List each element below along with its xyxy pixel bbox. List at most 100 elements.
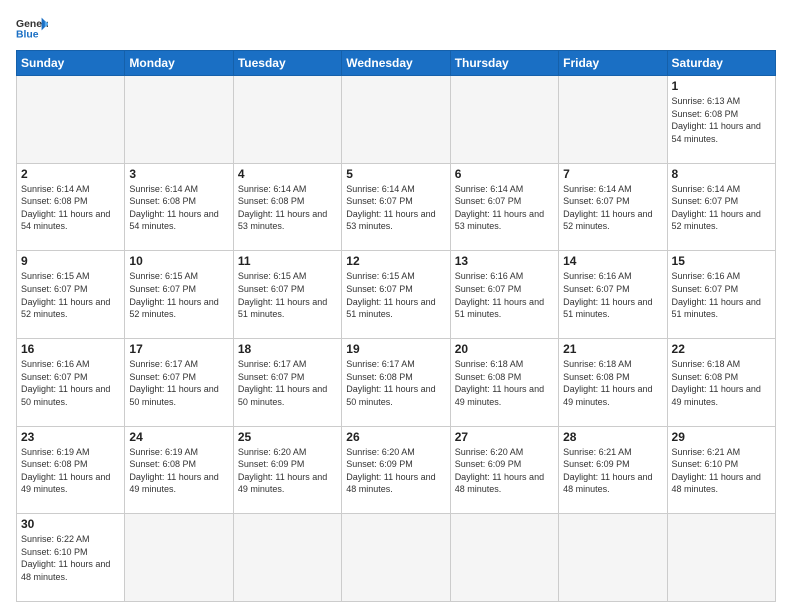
day-number: 8 [672,167,771,181]
col-header-tuesday: Tuesday [233,51,341,76]
day-info: Sunrise: 6:19 AM Sunset: 6:08 PM Dayligh… [129,446,228,496]
calendar-cell: 5 Sunrise: 6:14 AM Sunset: 6:07 PM Daylig… [342,163,450,251]
calendar-week-6: 30Sunrise: 6:22 AM Sunset: 6:10 PM Dayli… [17,514,776,602]
col-header-friday: Friday [559,51,667,76]
day-info: Sunrise: 6:20 AM Sunset: 6:09 PM Dayligh… [346,446,445,496]
day-number: 9 [21,254,120,268]
day-info: Sunrise: 6:14 AM Sunset: 6:07 PM Dayligh… [455,183,554,233]
day-number: 2 [21,167,120,181]
calendar-cell [667,514,775,602]
day-number: 7 [563,167,662,181]
day-number: 13 [455,254,554,268]
day-info: Sunrise: 6:15 AM Sunset: 6:07 PM Dayligh… [238,270,337,320]
day-number: 20 [455,342,554,356]
day-info: Sunrise: 6:15 AM Sunset: 6:07 PM Dayligh… [21,270,120,320]
calendar-cell: 12 Sunrise: 6:15 AM Sunset: 6:07 PM Dayli… [342,251,450,339]
calendar-cell [342,514,450,602]
calendar-cell: 24Sunrise: 6:19 AM Sunset: 6:08 PM Dayli… [125,426,233,514]
logo: General Blue [16,16,48,40]
col-header-saturday: Saturday [667,51,775,76]
logo-icon: General Blue [16,16,48,40]
calendar-cell: 21Sunrise: 6:18 AM Sunset: 6:08 PM Dayli… [559,338,667,426]
day-info: Sunrise: 6:16 AM Sunset: 6:07 PM Dayligh… [563,270,662,320]
day-number: 27 [455,430,554,444]
day-number: 28 [563,430,662,444]
calendar-cell [233,514,341,602]
col-header-sunday: Sunday [17,51,125,76]
calendar-cell: 29Sunrise: 6:21 AM Sunset: 6:10 PM Dayli… [667,426,775,514]
calendar-cell: 26 Sunrise: 6:20 AM Sunset: 6:09 PM Dayli… [342,426,450,514]
day-info: Sunrise: 6:15 AM Sunset: 6:07 PM Dayligh… [346,270,445,320]
calendar-cell: 8 Sunrise: 6:14 AM Sunset: 6:07 PM Daylig… [667,163,775,251]
day-info: Sunrise: 6:16 AM Sunset: 6:07 PM Dayligh… [21,358,120,408]
day-number: 23 [21,430,120,444]
calendar-cell: 1Sunrise: 6:13 AM Sunset: 6:08 PM Daylig… [667,76,775,164]
calendar-cell: 28 Sunrise: 6:21 AM Sunset: 6:09 PM Dayli… [559,426,667,514]
calendar-cell [559,76,667,164]
calendar-cell [125,514,233,602]
calendar-cell: 9 Sunrise: 6:15 AM Sunset: 6:07 PM Daylig… [17,251,125,339]
calendar-cell: 27 Sunrise: 6:20 AM Sunset: 6:09 PM Dayli… [450,426,558,514]
calendar-table: SundayMondayTuesdayWednesdayThursdayFrid… [16,50,776,602]
calendar-cell: 7 Sunrise: 6:14 AM Sunset: 6:07 PM Daylig… [559,163,667,251]
header: General Blue [16,16,776,40]
day-info: Sunrise: 6:17 AM Sunset: 6:07 PM Dayligh… [129,358,228,408]
calendar-cell: 19 Sunrise: 6:17 AM Sunset: 6:08 PM Dayli… [342,338,450,426]
day-info: Sunrise: 6:18 AM Sunset: 6:08 PM Dayligh… [672,358,771,408]
day-number: 12 [346,254,445,268]
day-number: 29 [672,430,771,444]
day-number: 16 [21,342,120,356]
calendar-cell [450,76,558,164]
calendar-cell: 25 Sunrise: 6:20 AM Sunset: 6:09 PM Dayli… [233,426,341,514]
calendar-cell: 20 Sunrise: 6:18 AM Sunset: 6:08 PM Dayli… [450,338,558,426]
calendar-cell [125,76,233,164]
day-number: 18 [238,342,337,356]
day-number: 11 [238,254,337,268]
day-number: 19 [346,342,445,356]
day-info: Sunrise: 6:18 AM Sunset: 6:08 PM Dayligh… [455,358,554,408]
day-number: 17 [129,342,228,356]
day-number: 15 [672,254,771,268]
calendar-cell [233,76,341,164]
day-number: 25 [238,430,337,444]
day-info: Sunrise: 6:13 AM Sunset: 6:08 PM Dayligh… [672,95,771,145]
calendar-week-2: 2 Sunrise: 6:14 AM Sunset: 6:08 PM Daylig… [17,163,776,251]
day-info: Sunrise: 6:14 AM Sunset: 6:07 PM Dayligh… [346,183,445,233]
calendar-cell [342,76,450,164]
day-info: Sunrise: 6:16 AM Sunset: 6:07 PM Dayligh… [672,270,771,320]
calendar-cell: 14Sunrise: 6:16 AM Sunset: 6:07 PM Dayli… [559,251,667,339]
day-info: Sunrise: 6:14 AM Sunset: 6:07 PM Dayligh… [672,183,771,233]
day-number: 6 [455,167,554,181]
calendar-week-4: 16 Sunrise: 6:16 AM Sunset: 6:07 PM Dayli… [17,338,776,426]
col-header-monday: Monday [125,51,233,76]
col-header-wednesday: Wednesday [342,51,450,76]
calendar-cell: 13 Sunrise: 6:16 AM Sunset: 6:07 PM Dayli… [450,251,558,339]
day-info: Sunrise: 6:14 AM Sunset: 6:07 PM Dayligh… [563,183,662,233]
day-number: 5 [346,167,445,181]
day-info: Sunrise: 6:19 AM Sunset: 6:08 PM Dayligh… [21,446,120,496]
calendar-cell: 3 Sunrise: 6:14 AM Sunset: 6:08 PM Daylig… [125,163,233,251]
calendar-cell [450,514,558,602]
svg-text:Blue: Blue [16,30,39,40]
day-info: Sunrise: 6:20 AM Sunset: 6:09 PM Dayligh… [455,446,554,496]
day-info: Sunrise: 6:14 AM Sunset: 6:08 PM Dayligh… [21,183,120,233]
calendar-cell: 11 Sunrise: 6:15 AM Sunset: 6:07 PM Dayli… [233,251,341,339]
calendar-week-5: 23 Sunrise: 6:19 AM Sunset: 6:08 PM Dayli… [17,426,776,514]
calendar-cell: 4Sunrise: 6:14 AM Sunset: 6:08 PM Daylig… [233,163,341,251]
calendar-cell [559,514,667,602]
calendar-cell [17,76,125,164]
day-info: Sunrise: 6:20 AM Sunset: 6:09 PM Dayligh… [238,446,337,496]
day-info: Sunrise: 6:18 AM Sunset: 6:08 PM Dayligh… [563,358,662,408]
calendar-cell: 10Sunrise: 6:15 AM Sunset: 6:07 PM Dayli… [125,251,233,339]
day-number: 10 [129,254,228,268]
day-number: 26 [346,430,445,444]
calendar-cell: 16 Sunrise: 6:16 AM Sunset: 6:07 PM Dayli… [17,338,125,426]
day-info: Sunrise: 6:14 AM Sunset: 6:08 PM Dayligh… [129,183,228,233]
day-info: Sunrise: 6:14 AM Sunset: 6:08 PM Dayligh… [238,183,337,233]
day-info: Sunrise: 6:21 AM Sunset: 6:09 PM Dayligh… [563,446,662,496]
day-info: Sunrise: 6:16 AM Sunset: 6:07 PM Dayligh… [455,270,554,320]
day-number: 22 [672,342,771,356]
day-info: Sunrise: 6:17 AM Sunset: 6:08 PM Dayligh… [346,358,445,408]
day-number: 3 [129,167,228,181]
calendar-cell: 18Sunrise: 6:17 AM Sunset: 6:07 PM Dayli… [233,338,341,426]
